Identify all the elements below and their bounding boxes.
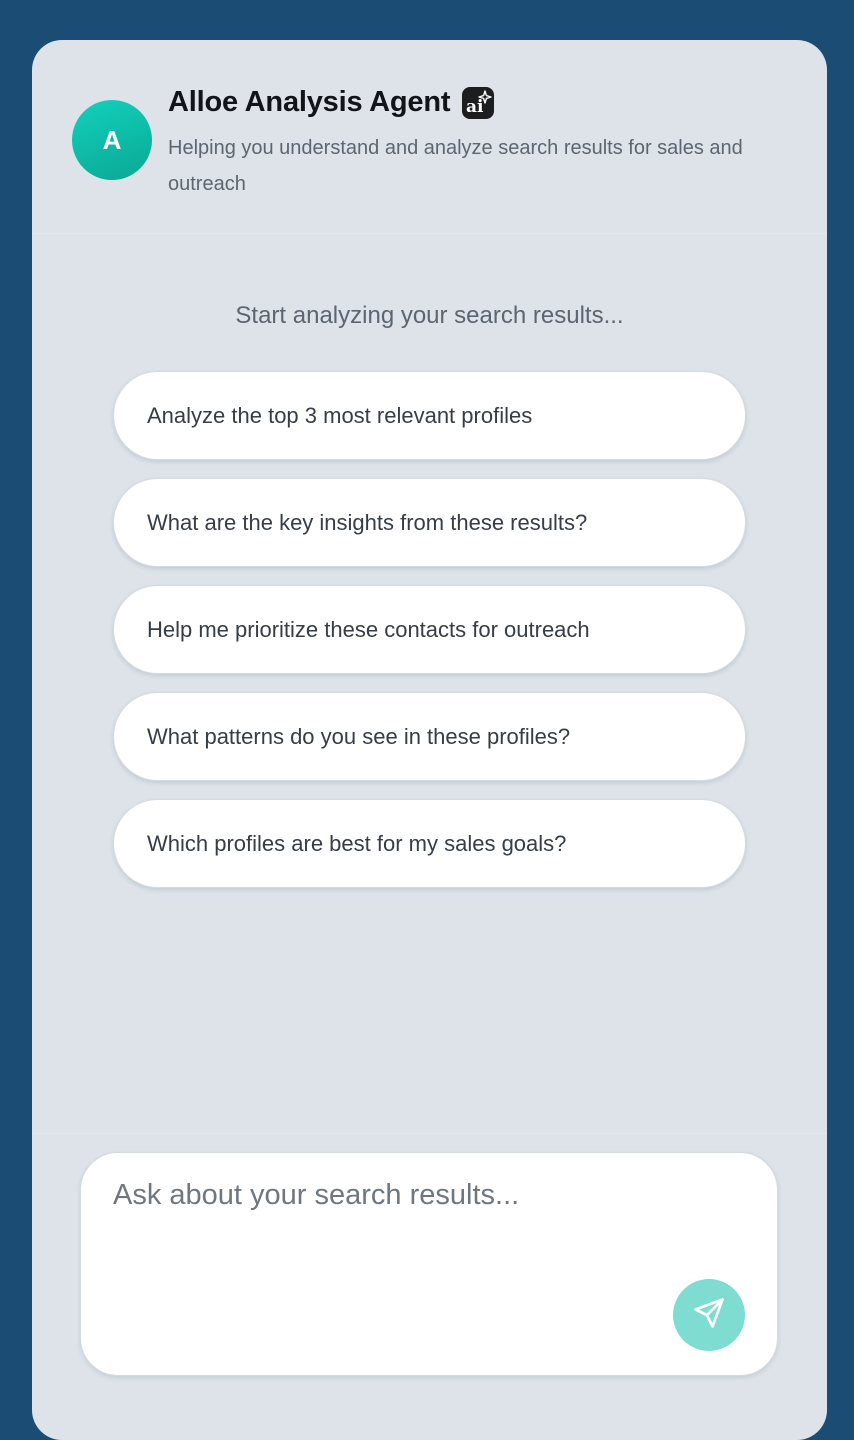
suggestion-chip[interactable]: What are the key insights from these res… — [113, 478, 746, 567]
message-composer — [80, 1152, 778, 1376]
suggestion-chip[interactable]: Which profiles are best for my sales goa… — [113, 799, 746, 888]
avatar-letter: A — [102, 124, 122, 155]
agent-header: A Alloe Analysis Agent ai Helping you un… — [32, 40, 827, 234]
chat-panel: A Alloe Analysis Agent ai Helping you un… — [32, 40, 827, 1440]
suggestion-chip[interactable]: Analyze the top 3 most relevant profiles — [113, 371, 746, 460]
agent-description: Helping you understand and analyze searc… — [168, 137, 743, 195]
suggestion-chip[interactable]: Help me prioritize these contacts for ou… — [113, 585, 746, 674]
title-row: Alloe Analysis Agent ai — [168, 86, 495, 119]
suggestion-chip[interactable]: What patterns do you see in these profil… — [113, 692, 746, 781]
send-button[interactable] — [673, 1279, 745, 1351]
suggestion-list: Analyze the top 3 most relevant profiles… — [113, 371, 746, 906]
ai-sparkle-icon: ai — [462, 86, 495, 119]
avatar: A — [72, 100, 152, 180]
agent-title: Alloe Analysis Agent — [168, 86, 451, 118]
paper-plane-icon — [692, 1296, 726, 1335]
svg-text:ai: ai — [466, 97, 484, 117]
message-input[interactable] — [113, 1179, 733, 1289]
intro-heading: Start analyzing your search results... — [235, 302, 624, 329]
